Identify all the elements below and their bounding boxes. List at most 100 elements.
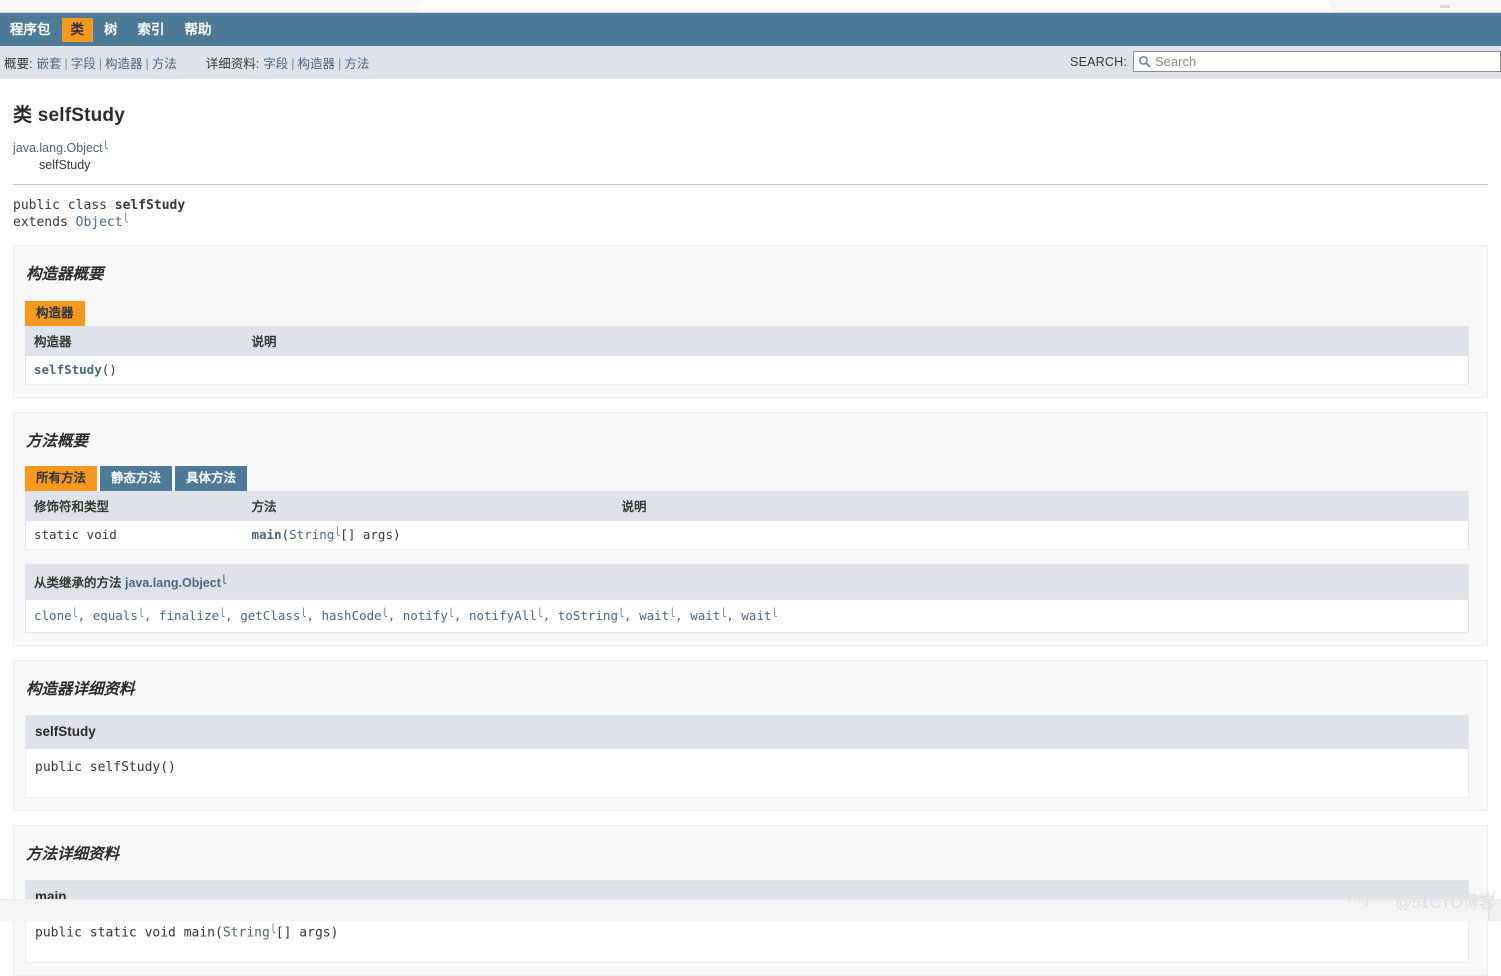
- param-type-link[interactable]: String: [289, 527, 334, 542]
- nav-item-tree[interactable]: 树: [95, 18, 127, 42]
- inherited-methods-list: clone⎩, equals⎩, finalize⎩, getClass⎩, h…: [25, 600, 1469, 633]
- inherited-method-link[interactable]: wait: [741, 608, 771, 623]
- subnav-summary-constructor[interactable]: 构造器: [105, 53, 143, 72]
- subnav-detail-group: 详细资料: 字段 | 构造器 | 方法: [206, 53, 371, 72]
- constructor-detail-heading: selfStudy: [25, 715, 1469, 749]
- method-open-paren: (: [282, 527, 290, 542]
- external-link-icon: ⎩: [123, 214, 129, 223]
- subnav-links: 概要: 嵌套 | 字段 | 构造器 | 方法 详细资料: 字段 | 构造器 | …: [0, 53, 398, 72]
- method-summary-table: 修饰符和类型 方法 说明 static void main(String⎩[] …: [25, 491, 1469, 550]
- method-summary-title: 方法概要: [26, 429, 1476, 451]
- inherited-heading-prefix: 从类继承的方法: [34, 576, 122, 590]
- subnav-separator: |: [146, 57, 149, 71]
- subnav-summary-label: 概要:: [4, 53, 32, 72]
- external-link-icon: ⎩: [448, 608, 454, 617]
- signature-extends-link[interactable]: Object: [76, 215, 123, 230]
- tab-constructors[interactable]: 构造器: [25, 301, 85, 326]
- subnav-summary-field[interactable]: 字段: [71, 53, 96, 72]
- inherited-method-link[interactable]: clone: [34, 608, 72, 623]
- subnav-detail-constructor[interactable]: 构造器: [298, 53, 336, 72]
- external-link-icon: ⎩: [669, 608, 675, 617]
- method-param-rest: [] args): [340, 527, 400, 542]
- subnav-summary-nested[interactable]: 嵌套: [36, 53, 61, 72]
- inherited-method-link[interactable]: notify: [403, 608, 448, 623]
- tab-static-methods[interactable]: 静态方法: [100, 466, 172, 491]
- column-header-description: 说明: [244, 326, 1469, 356]
- tab-concrete-methods[interactable]: 具体方法: [175, 466, 247, 491]
- class-signature: public class selfStudy extends Object⎩: [0, 185, 1501, 231]
- cell-method: main(String⎩[] args): [244, 521, 614, 550]
- inherited-method-link[interactable]: wait: [639, 608, 669, 623]
- cell-constructor: selfStudy(): [26, 356, 244, 385]
- inherited-method-link[interactable]: equals: [93, 608, 138, 623]
- inherited-method-link[interactable]: notifyAll: [469, 608, 537, 623]
- external-link-icon: ⎩: [537, 608, 543, 617]
- constructor-link[interactable]: selfStudy: [34, 362, 102, 377]
- signature-line-1: public class selfStudy: [13, 197, 1488, 214]
- nav-item-index[interactable]: 索引: [129, 18, 174, 42]
- table-header-row: 修饰符和类型 方法 说明: [26, 491, 1469, 521]
- external-link-icon: ⎩: [720, 608, 726, 617]
- inherited-method-link[interactable]: getClass: [240, 608, 300, 623]
- constructor-summary-title: 构造器概要: [26, 262, 1476, 284]
- subnav-summary-group: 概要: 嵌套 | 字段 | 构造器 | 方法: [4, 53, 178, 72]
- inherited-method-link[interactable]: hashCode: [321, 608, 381, 623]
- search-label: SEARCH:: [1070, 55, 1127, 69]
- inherited-method-link[interactable]: wait: [690, 608, 720, 623]
- constructor-summary-table: 构造器 说明 selfStudy(): [25, 326, 1469, 385]
- scrollbar-corner[interactable]: [1488, 899, 1501, 921]
- subnav-detail-method[interactable]: 方法: [344, 53, 369, 72]
- main-content: 类 selfStudy java.lang.Object⎩ selfStudy …: [0, 79, 1501, 976]
- method-detail-signature: public static void main(String⎩[] args): [25, 914, 1469, 963]
- external-link-icon: ⎩: [219, 608, 225, 617]
- method-summary-section: 方法概要 所有方法 静态方法 具体方法 修饰符和类型 方法 说明 static …: [13, 412, 1488, 646]
- external-link-icon: ⎩: [300, 608, 306, 617]
- subnav-separator: |: [338, 57, 341, 71]
- subnav-detail-label: 详细资料:: [206, 53, 259, 72]
- page-bottom-bar: [0, 899, 1501, 921]
- cell-description: [244, 356, 1469, 385]
- table-header-row: 构造器 说明: [26, 326, 1469, 356]
- inheritance-parent-link[interactable]: java.lang.Object: [13, 141, 103, 155]
- class-name-label: selfStudy: [38, 105, 125, 126]
- top-navigation-bar: 程序包 类 树 索引 帮助: [0, 13, 1501, 46]
- method-signature-type-link[interactable]: String: [223, 925, 270, 940]
- subnav-separator: |: [65, 57, 68, 71]
- search-box[interactable]: [1133, 51, 1501, 72]
- search-input[interactable]: [1155, 54, 1485, 69]
- browser-tab[interactable]: [418, 0, 1330, 13]
- browser-chrome-strip: [0, 0, 1501, 13]
- class-kind-label: 类: [13, 105, 32, 126]
- subnav-summary-method[interactable]: 方法: [152, 53, 177, 72]
- external-link-icon: ⎩: [103, 140, 109, 149]
- search-area: SEARCH:: [1070, 51, 1501, 72]
- table-row: static void main(String⎩[] args): [26, 521, 1469, 550]
- column-header-constructor: 构造器: [26, 326, 244, 356]
- page-title: 类 selfStudy: [13, 100, 1488, 127]
- inheritance-tree: java.lang.Object⎩ selfStudy: [13, 140, 1488, 182]
- sub-navigation-bar: 概要: 嵌套 | 字段 | 构造器 | 方法 详细资料: 字段 | 构造器 | …: [0, 46, 1501, 79]
- inheritance-parent: java.lang.Object⎩: [13, 140, 1488, 157]
- nav-item-packages[interactable]: 程序包: [1, 18, 60, 42]
- tab-all-methods[interactable]: 所有方法: [25, 466, 97, 491]
- inherited-method-link[interactable]: toString: [558, 608, 618, 623]
- signature-class-name: selfStudy: [115, 198, 185, 213]
- column-header-description: 说明: [614, 491, 1469, 521]
- signature-line-2: extends Object⎩: [13, 214, 1488, 231]
- cell-modifier-and-type: static void: [26, 521, 244, 550]
- constructor-summary-section: 构造器概要 构造器 构造器 说明 selfStudy(): [13, 245, 1488, 398]
- subnav-separator: |: [291, 57, 294, 71]
- nav-item-class[interactable]: 类: [62, 18, 94, 42]
- method-detail-title: 方法详细资料: [26, 842, 1476, 864]
- subnav-separator: |: [99, 57, 102, 71]
- subnav-detail-field[interactable]: 字段: [263, 53, 288, 72]
- method-signature-suffix: [] args): [276, 925, 339, 940]
- method-link[interactable]: main: [252, 527, 282, 542]
- external-link-icon: ⎩: [618, 608, 624, 617]
- inherited-method-link[interactable]: finalize: [159, 608, 219, 623]
- inherited-heading-class-link[interactable]: java.lang.Object: [125, 576, 221, 590]
- nav-item-help[interactable]: 帮助: [176, 18, 221, 42]
- external-link-icon: ⎩: [772, 608, 778, 617]
- method-summary-tabs: 所有方法 静态方法 具体方法: [25, 465, 1476, 491]
- external-link-icon: ⎩: [138, 608, 144, 617]
